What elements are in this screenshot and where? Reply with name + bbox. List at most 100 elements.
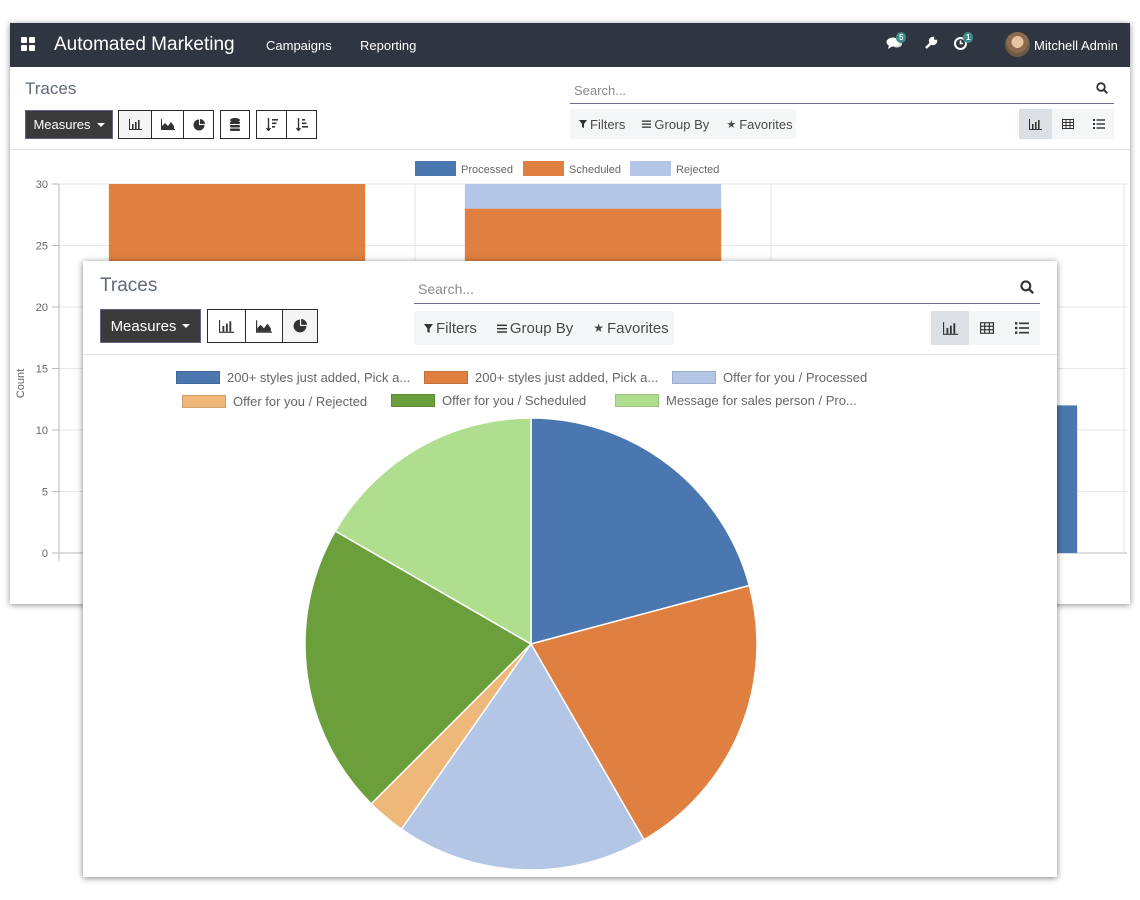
y-tick-label: 15 bbox=[36, 364, 48, 376]
area-chart-icon bbox=[160, 119, 175, 130]
bar-chart-icon bbox=[1029, 118, 1042, 130]
debug-wrench-button[interactable] bbox=[924, 36, 938, 53]
legend-label: 200+ styles just added, Pick a... bbox=[475, 370, 659, 385]
legend-label: Message for sales person / Pro... bbox=[666, 393, 857, 408]
menu-campaigns[interactable]: Campaigns bbox=[266, 38, 332, 53]
measures-button[interactable]: Measures bbox=[100, 309, 201, 343]
pie-chart bbox=[304, 417, 758, 871]
filters-button[interactable]: Filters bbox=[424, 320, 477, 337]
bar-chart-button[interactable] bbox=[118, 110, 152, 139]
pie-legend-item[interactable]: Message for sales person / Pro... bbox=[615, 393, 857, 408]
legend-swatch bbox=[672, 371, 716, 384]
pie-chart-icon bbox=[293, 319, 307, 333]
page-title: Traces bbox=[25, 79, 77, 98]
view-switcher bbox=[931, 311, 1040, 345]
star-icon: ★ bbox=[593, 321, 604, 335]
pivot-view-button[interactable] bbox=[1052, 109, 1083, 139]
pie-chart-button[interactable] bbox=[282, 309, 318, 343]
y-tick-label: 25 bbox=[36, 241, 48, 253]
star-icon: ★ bbox=[726, 118, 737, 131]
chart-type-group bbox=[118, 110, 214, 139]
groupby-label: Group By bbox=[654, 116, 710, 132]
search-options: Filters Group By ★ Favorites bbox=[414, 311, 674, 345]
database-stack-icon bbox=[230, 118, 240, 131]
page-title: Traces bbox=[100, 275, 158, 296]
app-title[interactable]: Automated Marketing bbox=[54, 34, 235, 56]
caret-down-icon bbox=[96, 122, 105, 127]
activities-button[interactable]: 1 bbox=[953, 32, 974, 54]
search-input[interactable]: Search... bbox=[574, 83, 626, 98]
sort-ascending-button[interactable] bbox=[286, 110, 317, 139]
legend-label: Offer for you / Scheduled bbox=[442, 393, 587, 408]
bars-icon bbox=[642, 120, 652, 128]
table-icon bbox=[979, 322, 994, 334]
search-options: Filters Group By ★ Favorites bbox=[570, 109, 796, 139]
pie-legend-item[interactable]: Offer for you / Scheduled bbox=[391, 393, 586, 408]
stacked-button[interactable] bbox=[220, 110, 250, 139]
legend-swatch bbox=[523, 161, 564, 176]
y-tick-label: 5 bbox=[42, 487, 48, 499]
table-icon bbox=[1061, 119, 1074, 129]
graph-view-button[interactable] bbox=[1019, 109, 1052, 139]
legend-label: Rejected bbox=[676, 164, 719, 176]
y-tick-label: 30 bbox=[36, 179, 48, 191]
legend-swatch bbox=[176, 371, 220, 384]
graph-view-button[interactable] bbox=[931, 311, 969, 345]
favorites-label: Favorites bbox=[739, 116, 793, 132]
measures-button[interactable]: Measures bbox=[25, 110, 113, 139]
pie-legend-item[interactable]: 200+ styles just added, Pick a... bbox=[424, 370, 658, 385]
sort-descending-button[interactable] bbox=[256, 110, 287, 139]
bar-segment[interactable] bbox=[464, 184, 722, 209]
search-icon[interactable] bbox=[1096, 82, 1108, 94]
pie-legend-item[interactable]: 200+ styles just added, Pick a... bbox=[176, 370, 410, 385]
messages-button[interactable]: 5 bbox=[886, 32, 907, 53]
filters-label: Filters bbox=[436, 319, 477, 337]
user-avatar[interactable] bbox=[1005, 32, 1030, 57]
bar-chart-button[interactable] bbox=[207, 309, 246, 343]
groupby-button[interactable]: Group By bbox=[642, 117, 709, 132]
search-input[interactable]: Search... bbox=[418, 281, 474, 297]
legend-label: Offer for you / Processed bbox=[723, 370, 868, 385]
bar-chart-icon bbox=[128, 119, 142, 130]
y-axis-label: Count bbox=[15, 369, 27, 398]
pivot-view-button[interactable] bbox=[969, 311, 1004, 345]
search-bar[interactable]: Search... bbox=[414, 274, 1040, 304]
bar-legend-item[interactable]: Scheduled bbox=[523, 161, 621, 176]
groupby-button[interactable]: Group By bbox=[496, 320, 573, 337]
legend-swatch bbox=[415, 161, 456, 176]
sort-ascending-icon bbox=[295, 118, 308, 131]
legend-swatch bbox=[615, 394, 659, 407]
menu-reporting[interactable]: Reporting bbox=[360, 38, 416, 53]
wrench-icon bbox=[925, 36, 938, 49]
pie-chart-button[interactable] bbox=[183, 110, 214, 139]
legend-label: Scheduled bbox=[569, 164, 621, 176]
filters-button[interactable]: Filters bbox=[579, 117, 625, 132]
list-icon bbox=[1092, 119, 1105, 129]
bars-icon bbox=[496, 324, 507, 333]
search-bar[interactable]: Search... bbox=[570, 78, 1114, 104]
user-name[interactable]: Mitchell Admin bbox=[1034, 38, 1118, 53]
legend-label: 200+ styles just added, Pick a... bbox=[227, 370, 411, 385]
control-panel-divider bbox=[83, 354, 1057, 355]
line-chart-button[interactable] bbox=[245, 309, 283, 343]
list-view-button[interactable] bbox=[1004, 311, 1040, 345]
caret-down-icon bbox=[182, 324, 191, 328]
bar-legend-item[interactable]: Rejected bbox=[630, 161, 719, 176]
favorites-button[interactable]: ★ Favorites bbox=[593, 320, 668, 337]
line-chart-button[interactable] bbox=[151, 110, 184, 139]
favorites-button[interactable]: ★ Favorites bbox=[726, 117, 792, 132]
list-view-button[interactable] bbox=[1083, 109, 1114, 139]
foreground-window: Traces Measures Search... Filters Group … bbox=[83, 261, 1057, 877]
list-icon bbox=[1015, 322, 1029, 334]
bar-legend-item[interactable]: Processed bbox=[415, 161, 513, 176]
bar-chart-icon bbox=[219, 319, 234, 333]
legend-swatch bbox=[424, 371, 468, 384]
measures-label: Measures bbox=[33, 117, 91, 132]
pie-legend-item[interactable]: Offer for you / Processed bbox=[672, 370, 867, 385]
pie-chart-icon bbox=[193, 118, 205, 130]
search-icon[interactable] bbox=[1020, 280, 1034, 294]
legend-label: Processed bbox=[461, 164, 513, 176]
y-tick-label: 20 bbox=[36, 302, 48, 314]
apps-grid-icon[interactable] bbox=[21, 37, 35, 51]
chart-type-group bbox=[207, 309, 318, 343]
